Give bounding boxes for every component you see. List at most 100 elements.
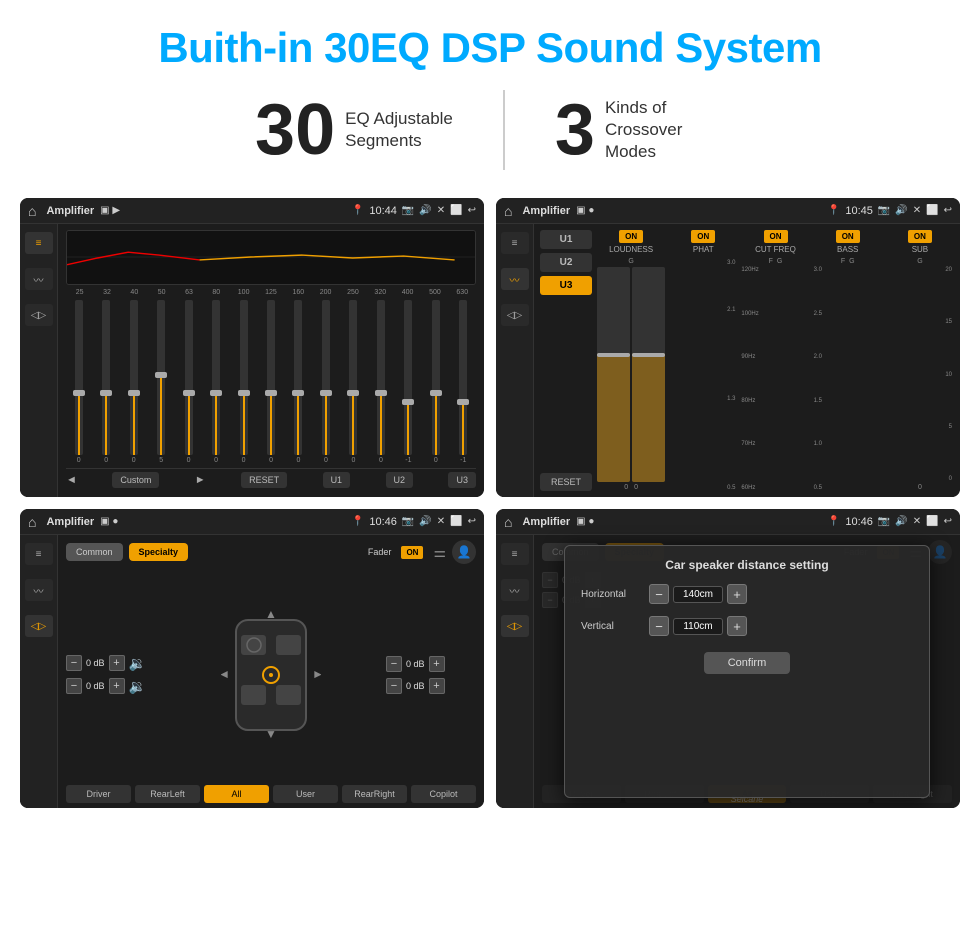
eq-custom-btn[interactable]: Custom xyxy=(112,472,159,488)
balance-sidebar-vol-icon[interactable]: ◁▷ xyxy=(25,615,53,637)
balance-home-icon[interactable]: ⌂ xyxy=(28,514,36,530)
distance-home-icon[interactable]: ⌂ xyxy=(504,514,512,530)
eq-play-icon[interactable]: ▣ ▶ xyxy=(100,205,120,216)
loudness-on-btn[interactable]: ON xyxy=(619,230,643,243)
balance-main-content: Common Specialty Fader ON ⚌ 👤 − 0 dB + xyxy=(58,535,484,808)
eq-slider-2[interactable]: 0 xyxy=(121,300,146,464)
eq-next-btn[interactable]: ► xyxy=(195,474,206,486)
eq-sidebar-eq-icon[interactable]: ≡ xyxy=(25,232,53,254)
distance-sidebar-vol-icon[interactable]: ◁▷ xyxy=(501,615,529,637)
loudness-slider-2[interactable] xyxy=(632,267,665,482)
eq-slider-14[interactable]: -1 xyxy=(451,300,476,464)
eq-slider-9[interactable]: 0 xyxy=(313,300,338,464)
eq-u2-btn[interactable]: U2 xyxy=(386,472,414,488)
crossover-reset-btn[interactable]: RESET xyxy=(540,473,592,491)
distance-sidebar-wave-icon[interactable]: 〰 xyxy=(501,579,529,601)
balance-plus-4[interactable]: + xyxy=(429,678,445,694)
balance-plus-2[interactable]: + xyxy=(109,678,125,694)
freq-320: 320 xyxy=(367,289,394,296)
svg-text:▼: ▼ xyxy=(265,727,277,740)
crossover-window-icon: ⬜ xyxy=(926,205,938,216)
eq-slider-7[interactable]: 0 xyxy=(258,300,283,464)
vertical-control: − 110cm + xyxy=(649,616,747,636)
sub-channel: G 20151050 0 xyxy=(886,258,954,491)
balance-specialty-btn[interactable]: Specialty xyxy=(129,543,189,561)
horizontal-minus-btn[interactable]: − xyxy=(649,584,669,604)
crossover-back-icon[interactable]: ↩ xyxy=(944,205,952,216)
eq-home-icon[interactable]: ⌂ xyxy=(28,203,36,219)
crossover-u1-btn[interactable]: U1 xyxy=(540,230,592,249)
fader-slider-icon[interactable]: ⚌ xyxy=(433,544,446,561)
phat-channel: 3.02.11.30.5 xyxy=(669,258,737,491)
crossover-sidebar-vol-icon[interactable]: ◁▷ xyxy=(501,304,529,326)
cutfreq-on-btn[interactable]: ON xyxy=(764,230,788,243)
balance-driver-btn[interactable]: Driver xyxy=(66,785,131,803)
crossover-home-icon[interactable]: ⌂ xyxy=(504,203,512,219)
balance-rearright-btn[interactable]: RearRight xyxy=(342,785,407,803)
crossover-sidebar-wave-icon[interactable]: 〰 xyxy=(501,268,529,290)
eq-u1-btn[interactable]: U1 xyxy=(323,472,351,488)
balance-minus-4[interactable]: − xyxy=(386,678,402,694)
balance-minus-3[interactable]: − xyxy=(386,656,402,672)
eq-slider-3[interactable]: 5 xyxy=(148,300,173,464)
crossover-channels: ON LOUDNESS ON PHAT ON CUT FREQ ON xyxy=(597,230,954,491)
cutfreq-channel: FG 120Hz100Hz90Hz80Hz70Hz60Hz xyxy=(741,258,809,491)
eq-slider-6[interactable]: 0 xyxy=(231,300,256,464)
eq-slider-8[interactable]: 0 xyxy=(286,300,311,464)
balance-volume-icon: 🔊 xyxy=(419,516,431,527)
balance-copilot-btn[interactable]: Copilot xyxy=(411,785,476,803)
distance-sidebar-eq-icon[interactable]: ≡ xyxy=(501,543,529,565)
balance-rearleft-btn[interactable]: RearLeft xyxy=(135,785,200,803)
eq-slider-1[interactable]: 0 xyxy=(93,300,118,464)
cutfreq-label: CUT FREQ xyxy=(755,245,796,254)
eq-slider-4[interactable]: 0 xyxy=(176,300,201,464)
eq-main-content: 25 32 40 50 63 80 100 125 160 200 250 32… xyxy=(58,224,484,497)
eq-reset-btn[interactable]: RESET xyxy=(241,472,287,488)
balance-back-icon[interactable]: ↩ xyxy=(468,516,476,527)
distance-dialog: Car speaker distance setting Horizontal … xyxy=(564,545,930,798)
eq-prev-btn[interactable]: ◄ xyxy=(66,474,77,486)
balance-plus-3[interactable]: + xyxy=(429,656,445,672)
vertical-label: Vertical xyxy=(581,621,641,632)
page-title: Buith-in 30EQ DSP Sound System xyxy=(158,24,821,72)
screen-balance: ⌂ Amplifier ▣ ● 📍 10:46 📷 🔊 ✕ ⬜ ↩ ≡ 〰 ◁▷ xyxy=(20,509,484,808)
bass-on-btn[interactable]: ON xyxy=(836,230,860,243)
vertical-plus-btn[interactable]: + xyxy=(727,616,747,636)
dialog-vertical-row: Vertical − 110cm + xyxy=(581,616,913,636)
eq-sidebar-vol-icon[interactable]: ◁▷ xyxy=(25,304,53,326)
crossover-u3-btn[interactable]: U3 xyxy=(540,276,592,295)
balance-sidebar-eq-icon[interactable]: ≡ xyxy=(25,543,53,565)
distance-body: ≡ 〰 ◁▷ Common Specialty Fader ON ⚌ 👤 xyxy=(496,535,960,808)
sub-on-btn[interactable]: ON xyxy=(908,230,932,243)
eq-slider-5[interactable]: 0 xyxy=(203,300,228,464)
eq-slider-10[interactable]: 0 xyxy=(341,300,366,464)
balance-db-val-2: 0 dB xyxy=(86,681,105,691)
eq-slider-11[interactable]: 0 xyxy=(368,300,393,464)
fader-label: Fader xyxy=(368,547,392,557)
balance-user-btn[interactable]: User xyxy=(273,785,338,803)
vertical-minus-btn[interactable]: − xyxy=(649,616,669,636)
profile-icon[interactable]: 👤 xyxy=(452,540,476,564)
balance-minus-2[interactable]: − xyxy=(66,678,82,694)
eq-slider-13[interactable]: 0 xyxy=(423,300,448,464)
balance-plus-1[interactable]: + xyxy=(109,655,125,671)
balance-common-btn[interactable]: Common xyxy=(66,543,123,561)
balance-all-btn[interactable]: All xyxy=(204,785,269,803)
eq-slider-0[interactable]: 0 xyxy=(66,300,91,464)
distance-sidebar: ≡ 〰 ◁▷ xyxy=(496,535,534,808)
eq-sidebar-wave-icon[interactable]: 〰 xyxy=(25,268,53,290)
eq-back-icon[interactable]: ↩ xyxy=(468,205,476,216)
eq-slider-12[interactable]: -1 xyxy=(396,300,421,464)
loudness-slider-1[interactable] xyxy=(597,267,630,482)
eq-u3-btn[interactable]: U3 xyxy=(448,472,476,488)
horizontal-plus-btn[interactable]: + xyxy=(727,584,747,604)
sub-top-val: G xyxy=(917,258,922,265)
distance-back-icon[interactable]: ↩ xyxy=(944,516,952,527)
balance-minus-1[interactable]: − xyxy=(66,655,82,671)
balance-sidebar-wave-icon[interactable]: 〰 xyxy=(25,579,53,601)
confirm-button[interactable]: Confirm xyxy=(704,652,791,674)
crossover-sidebar-eq-icon[interactable]: ≡ xyxy=(501,232,529,254)
distance-rec-icon: ▣ ● xyxy=(576,516,594,527)
crossover-u2-btn[interactable]: U2 xyxy=(540,253,592,272)
phat-on-btn[interactable]: ON xyxy=(691,230,715,243)
